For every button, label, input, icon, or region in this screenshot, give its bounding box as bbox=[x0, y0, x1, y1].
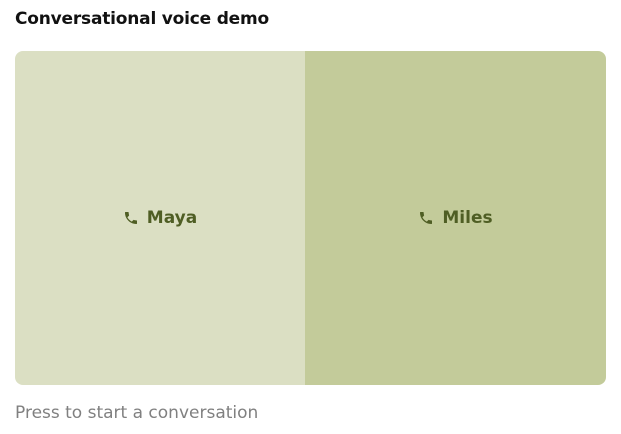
page-title: Conversational voice demo bbox=[15, 9, 270, 29]
phone-icon bbox=[418, 210, 434, 226]
call-miles-button[interactable]: Miles bbox=[305, 51, 606, 385]
voice-label-miles: Miles bbox=[442, 208, 493, 228]
voice-selector-panel: Maya Miles bbox=[15, 51, 606, 385]
voice-label-maya: Maya bbox=[146, 208, 198, 228]
phone-icon bbox=[123, 210, 139, 226]
start-conversation-hint: Press to start a conversation bbox=[15, 403, 259, 423]
call-maya-button[interactable]: Maya bbox=[15, 51, 305, 385]
